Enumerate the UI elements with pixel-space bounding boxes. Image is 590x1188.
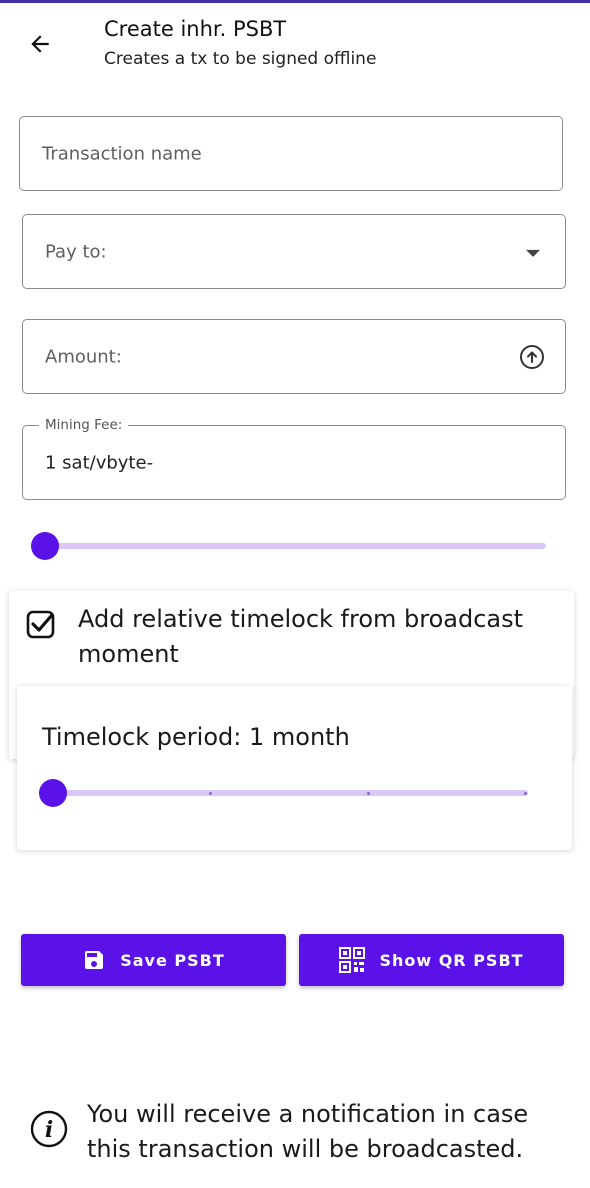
back-button[interactable] — [22, 26, 58, 62]
svg-text:i: i — [45, 1117, 53, 1143]
arrow-left-icon — [31, 35, 49, 53]
amount-placeholder: Amount: — [45, 346, 122, 367]
top-accent-line — [0, 0, 590, 3]
slider-tick — [367, 792, 370, 795]
timelock-checkbox-label[interactable]: Add relative timelock from broadcast mom… — [78, 602, 548, 672]
transaction-name-field[interactable]: Transaction name — [19, 116, 563, 191]
save-psbt-button[interactable]: Save PSBT — [21, 934, 286, 986]
slider-tick — [209, 792, 212, 795]
timelock-slider-track[interactable] — [53, 790, 528, 796]
timelock-period-card — [17, 686, 572, 850]
save-psbt-label: Save PSBT — [120, 950, 225, 970]
fee-slider-thumb[interactable] — [31, 532, 59, 560]
timelock-checkbox[interactable] — [26, 609, 56, 639]
mining-fee-value: 1 sat/vbyte- — [45, 452, 154, 473]
amount-field[interactable]: Amount: — [22, 319, 566, 394]
info-icon: i — [30, 1110, 68, 1148]
checkbox-checked-icon — [26, 610, 55, 639]
dropdown-arrow-icon[interactable] — [526, 249, 540, 257]
page-subtitle: Creates a tx to be signed offline — [104, 49, 377, 69]
mining-fee-field[interactable]: Mining Fee: 1 sat/vbyte- — [22, 417, 566, 500]
show-qr-psbt-button[interactable]: Show QR PSBT — [299, 934, 564, 986]
arrow-up-circle-icon[interactable] — [519, 344, 545, 370]
slider-tick — [524, 792, 527, 795]
transaction-name-placeholder: Transaction name — [42, 143, 202, 164]
timelock-slider-thumb[interactable] — [39, 779, 67, 807]
timelock-period-value: 1 month — [249, 723, 350, 751]
timelock-period-label: Timelock period: 1 month — [42, 723, 350, 751]
mining-fee-label: Mining Fee: — [39, 417, 129, 433]
pay-to-placeholder: Pay to: — [45, 241, 107, 262]
show-qr-psbt-label: Show QR PSBT — [379, 950, 524, 970]
qr-code-icon — [339, 947, 366, 973]
floppy-disk-icon — [85, 951, 104, 969]
pay-to-dropdown[interactable]: Pay to: — [22, 214, 566, 289]
broadcast-notification-info: You will receive a notification in case … — [87, 1100, 529, 1163]
fee-slider-track[interactable] — [44, 543, 546, 549]
page-title: Create inhr. PSBT — [104, 17, 287, 41]
